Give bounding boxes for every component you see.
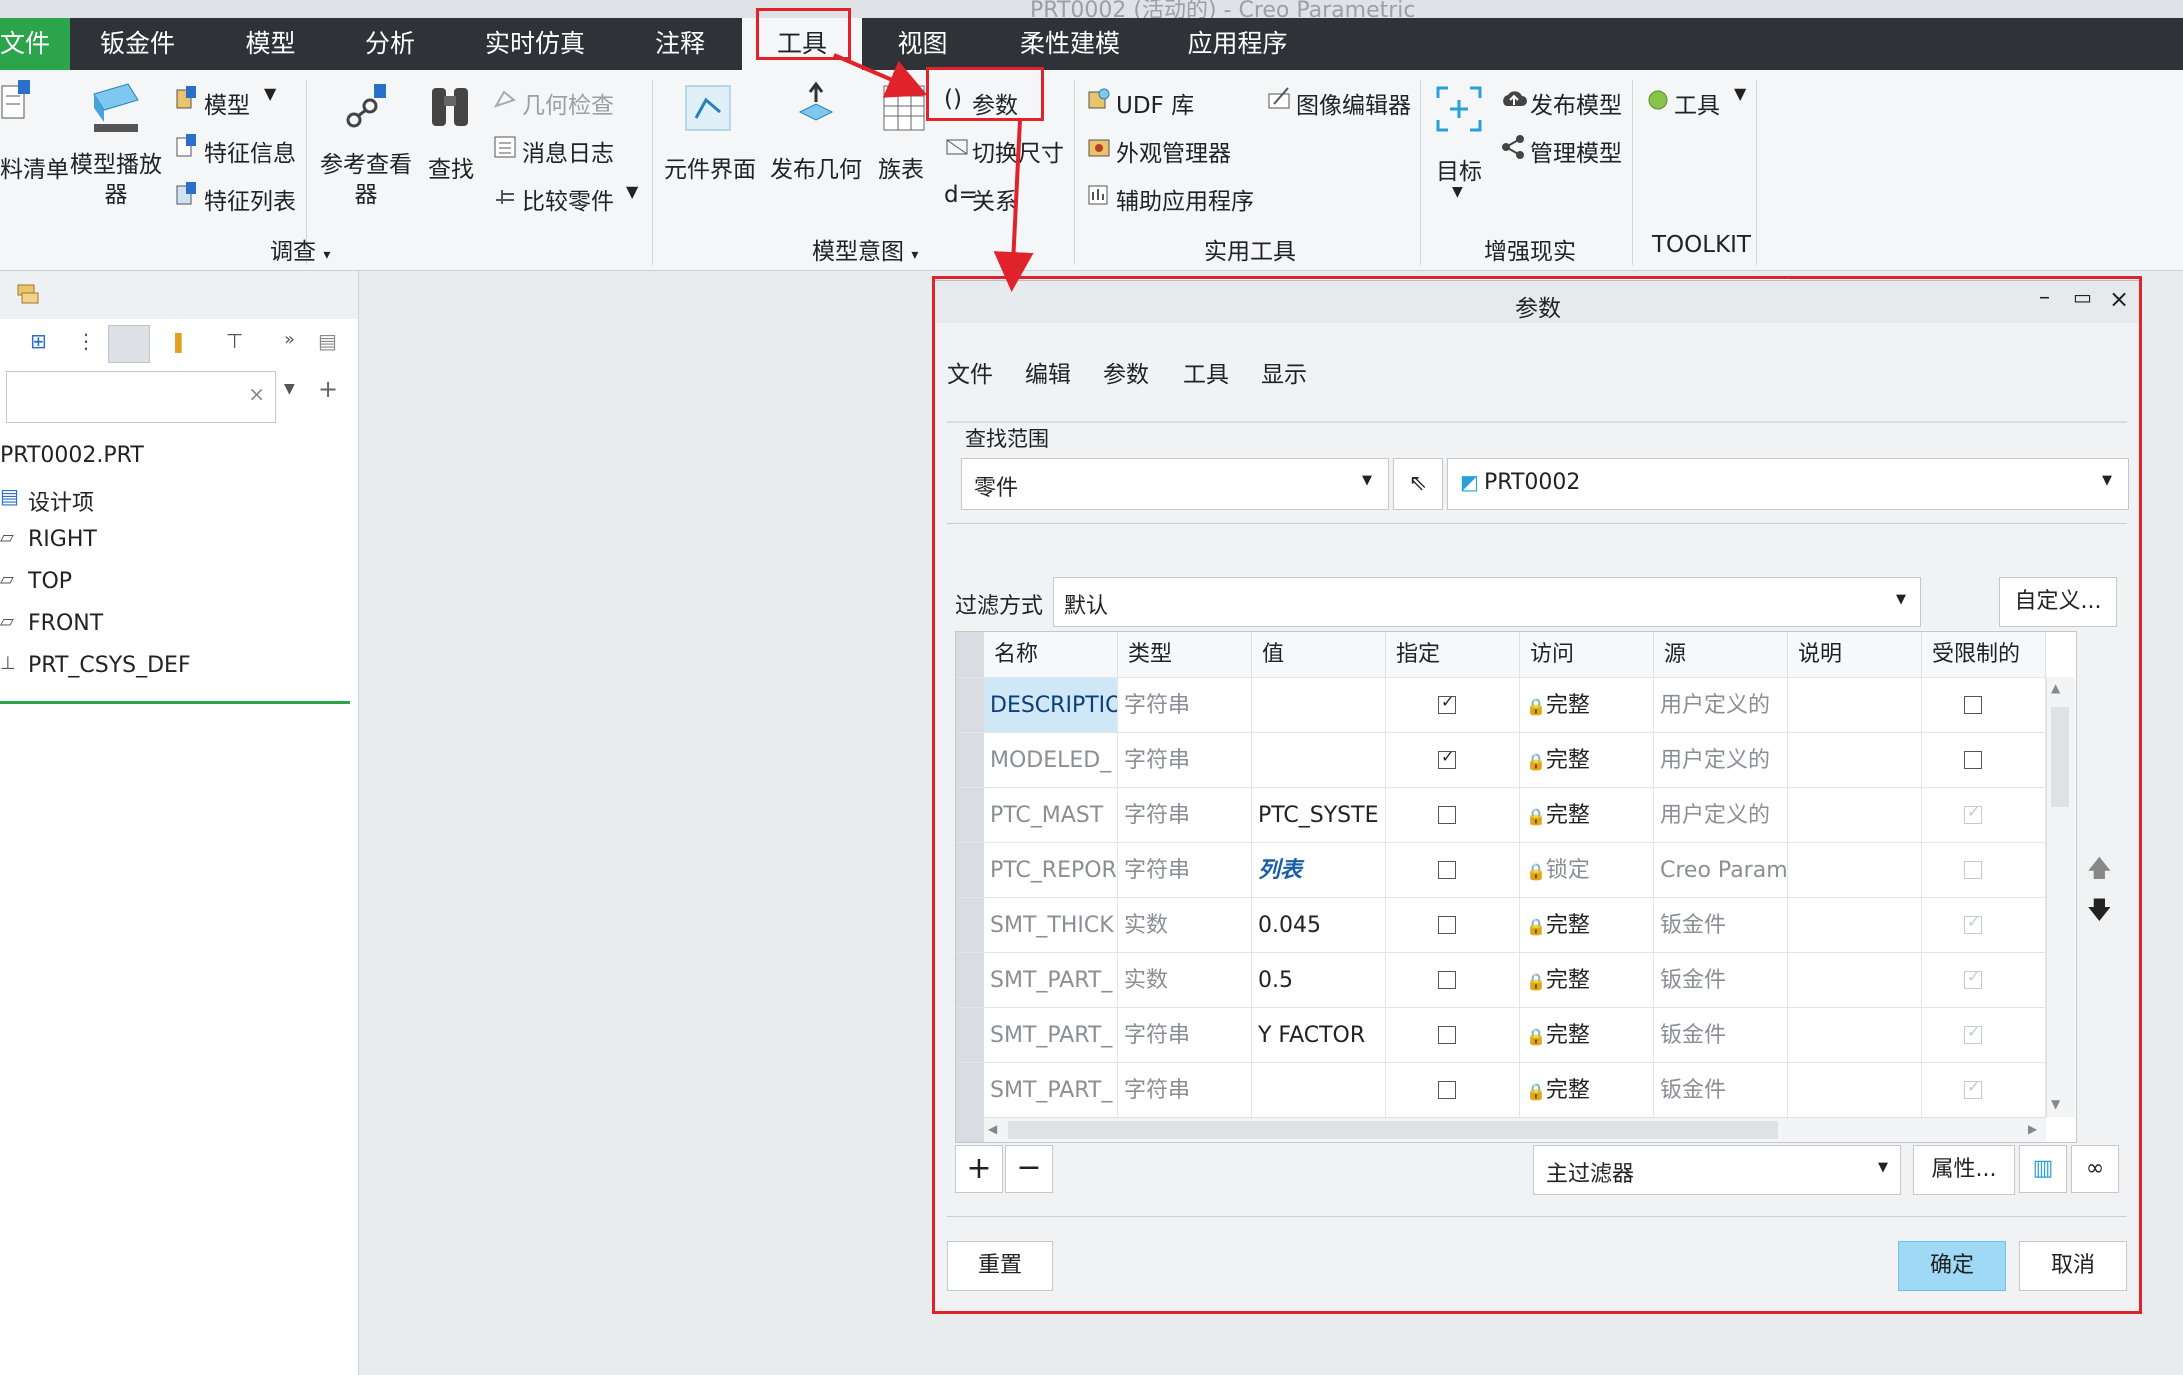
arrow-to-parameters (833, 53, 928, 98)
arrow-to-dialog (993, 119, 1034, 292)
annotation-arrows (833, 53, 1034, 292)
